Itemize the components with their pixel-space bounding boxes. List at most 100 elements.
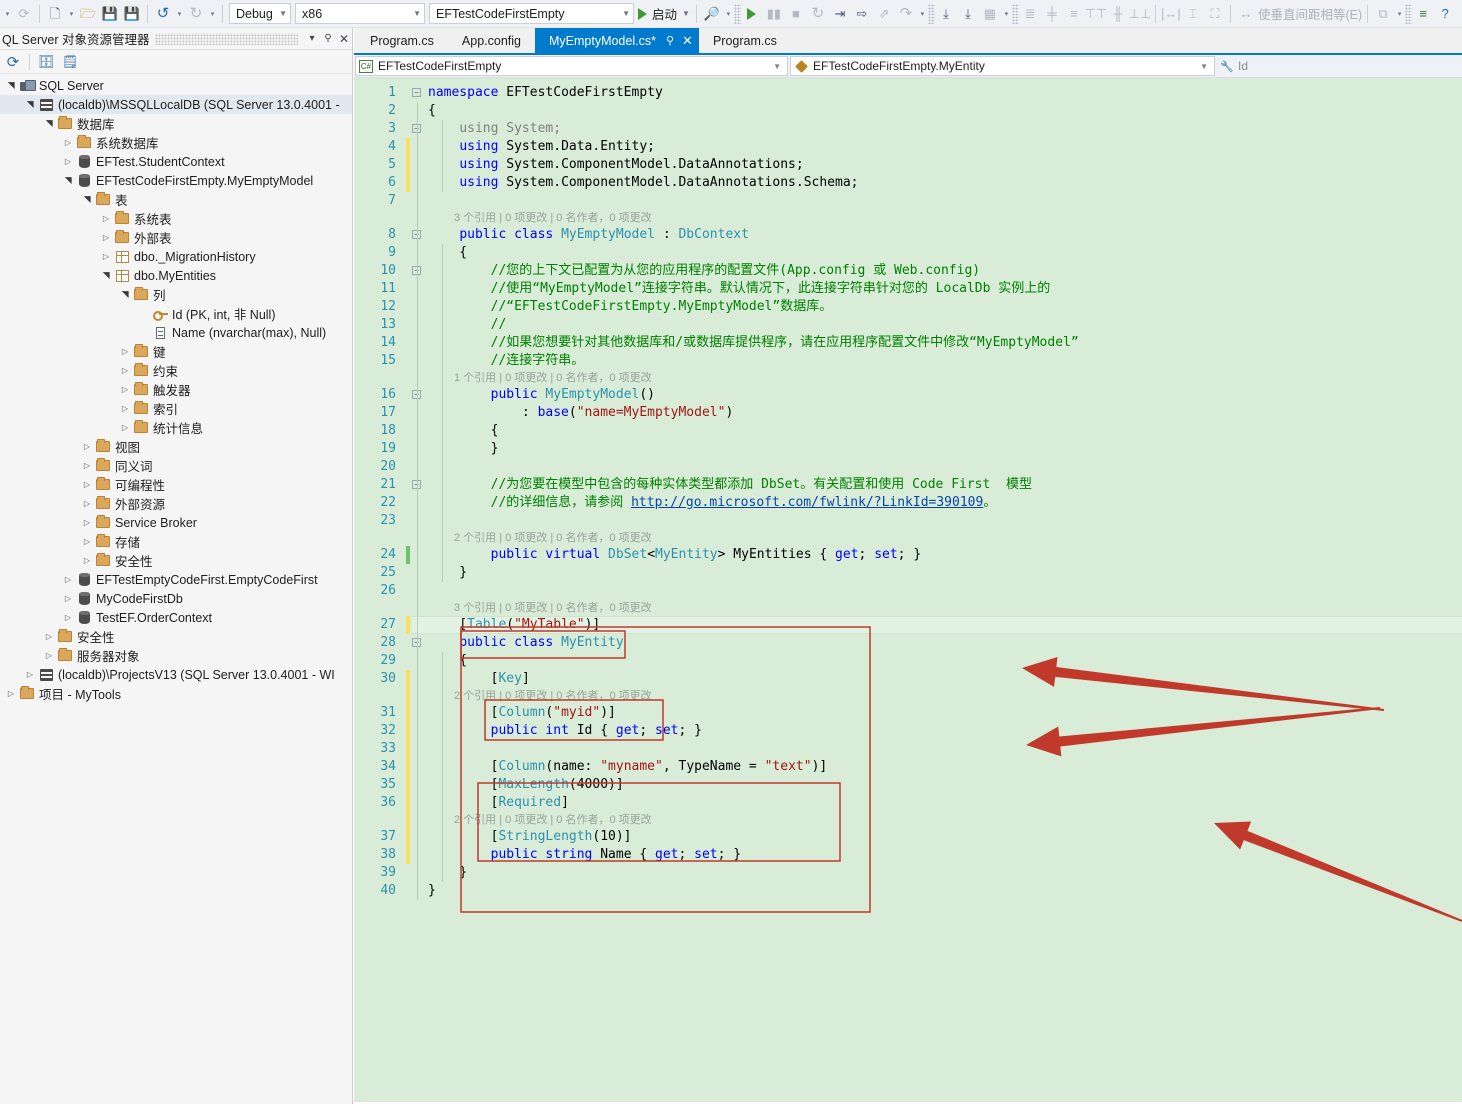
tree-item[interactable]: ▷ 同义词 xyxy=(0,456,352,475)
expander-closed-icon[interactable]: ▷ xyxy=(80,475,94,494)
code-line[interactable]: [Required] xyxy=(428,794,1462,812)
debug-overflow-dropdown-icon[interactable]: ▾ xyxy=(917,3,928,25)
code-line[interactable]: public class MyEntity xyxy=(428,634,1462,652)
comment-selection-icon[interactable]: ≡ xyxy=(1412,3,1434,25)
refresh-icon[interactable]: ⟳ xyxy=(2,52,24,72)
tree-item[interactable]: ▷ 键 xyxy=(0,342,352,361)
save-all-icon[interactable]: 💾 xyxy=(121,3,143,25)
align-grid-icon[interactable]: ▦ xyxy=(979,3,1001,25)
expander-closed-icon[interactable]: ▷ xyxy=(99,228,113,247)
tree-item[interactable]: ▷ 项目 - MyTools xyxy=(0,684,352,703)
code-line[interactable]: //如果您想要针对其他数据库和/或数据库提供程序，请在应用程序配置文件中修改“M… xyxy=(428,334,1462,352)
stop-icon[interactable]: ■ xyxy=(785,3,807,25)
tree-item[interactable]: ▷ 可编程性 xyxy=(0,475,352,494)
toolbar-overflow-grip[interactable] xyxy=(733,3,741,24)
align-bottom-icon[interactable]: ⤓ xyxy=(935,3,957,25)
expander-closed-icon[interactable]: ▷ xyxy=(61,608,75,627)
help-icon[interactable]: ? xyxy=(1434,3,1456,25)
expander-open-icon[interactable]: ◢ xyxy=(2,79,21,93)
redo-icon[interactable]: ↻ xyxy=(185,3,207,25)
redo-dropdown-icon[interactable]: ▾ xyxy=(207,3,218,25)
navigate-backward-dropdown-icon[interactable]: ▾ xyxy=(2,3,13,25)
expander-closed-icon[interactable]: ▷ xyxy=(80,532,94,551)
align-lefts-icon[interactable]: ≣ xyxy=(1019,3,1041,25)
chevron-down-icon[interactable]: ▾ xyxy=(304,30,320,48)
code-line[interactable]: //为您要在模型中包含的每种实体类型都添加 DbSet。有关配置和使用 Code… xyxy=(428,476,1462,494)
startup-project-combo[interactable]: EFTestCodeFirstEmpty ▼ xyxy=(429,3,634,24)
solution-configuration-combo[interactable]: Debug ▼ xyxy=(229,3,291,24)
code-editor-surface[interactable]: 1−namespace EFTestCodeFirstEmpty2{3− usi… xyxy=(354,78,1462,1102)
expander-open-icon[interactable]: ◢ xyxy=(78,193,97,207)
tree-item[interactable]: ▷ 安全性 xyxy=(0,551,352,570)
document-tab[interactable]: Program.cs xyxy=(356,28,448,53)
expander-closed-icon[interactable]: ▷ xyxy=(99,247,113,266)
code-line[interactable]: public virtual DbSet<MyEntity> MyEntitie… xyxy=(428,546,1462,564)
close-icon[interactable]: ✕ xyxy=(336,30,352,48)
member-scope-combo[interactable]: 🔧 Id xyxy=(1217,56,1455,76)
code-line[interactable]: namespace EFTestCodeFirstEmpty xyxy=(428,84,1462,102)
attach-dropdown-icon[interactable]: ▾ xyxy=(723,3,734,25)
align-centers-icon[interactable]: ╪ xyxy=(1041,3,1063,25)
tree-item[interactable]: ◢ 表 xyxy=(0,190,352,209)
tree-item[interactable]: ▷ TestEF.OrderContext xyxy=(0,608,352,627)
tree-item[interactable]: ◢ (localdb)\MSSQLLocalDB (SQL Server 13.0… xyxy=(0,95,352,114)
tree-item[interactable]: ▷ 视图 xyxy=(0,437,352,456)
expander-closed-icon[interactable]: ▷ xyxy=(118,380,132,399)
document-tab[interactable]: App.config xyxy=(447,28,535,53)
project-scope-combo[interactable]: C# EFTestCodeFirstEmpty ▼ xyxy=(355,56,788,76)
tree-item[interactable]: ▷ 服务器对象 xyxy=(0,646,352,665)
tree-item[interactable]: ▷Id (PK, int, 非 Null) xyxy=(0,304,352,323)
code-line[interactable]: using System.ComponentModel.DataAnnotati… xyxy=(428,174,1462,192)
tree-item[interactable]: ▷ 外部资源 xyxy=(0,494,352,513)
make-same-width-icon[interactable]: |↔| xyxy=(1160,3,1182,25)
code-line[interactable]: public MyEmptyModel() xyxy=(428,386,1462,404)
pin-icon[interactable]: ⚲ xyxy=(666,34,674,47)
tree-item[interactable]: ▷ 统计信息 xyxy=(0,418,352,437)
codelens-indicator[interactable]: 2 个引用 | 0 项更改 | 0 名作者，0 项更改 xyxy=(412,530,1462,546)
tree-item[interactable]: ▷ 系统表 xyxy=(0,209,352,228)
new-item-dropdown-icon[interactable]: ▾ xyxy=(66,3,77,25)
object-explorer-tree[interactable]: ◢ SQL Server ◢ (localdb)\MSSQLLocalDB (SQL … xyxy=(0,74,352,703)
code-line[interactable]: { xyxy=(428,652,1462,670)
expander-closed-icon[interactable]: ▷ xyxy=(118,418,132,437)
code-line[interactable]: [Key] xyxy=(428,670,1462,688)
expander-closed-icon[interactable]: ▷ xyxy=(118,399,132,418)
codelens-indicator[interactable]: 2 个引用 | 0 项更改 | 0 名作者，0 项更改 xyxy=(412,688,1462,704)
code-line[interactable]: public class MyEmptyModel : DbContext xyxy=(428,226,1462,244)
expander-closed-icon[interactable]: ▷ xyxy=(61,570,75,589)
codelens-indicator[interactable]: 3 个引用 | 0 项更改 | 0 名作者，0 项更改 xyxy=(412,600,1462,616)
close-icon[interactable]: ✕ xyxy=(682,33,693,49)
code-line[interactable]: public string Name { get; set; } xyxy=(428,846,1462,864)
open-file-icon[interactable]: 🗁 xyxy=(77,3,99,25)
expander-closed-icon[interactable]: ▷ xyxy=(61,589,75,608)
align-bottom-alt-icon[interactable]: ⤓ xyxy=(957,3,979,25)
expander-closed-icon[interactable]: ▷ xyxy=(99,209,113,228)
code-line[interactable]: //您的上下文已配置为从您的应用程序的配置文件(App.config 或 Web… xyxy=(428,262,1462,280)
expander-closed-icon[interactable]: ▷ xyxy=(118,361,132,380)
tree-item[interactable]: ▷ 索引 xyxy=(0,399,352,418)
tab-order-icon[interactable]: ⧉ xyxy=(1372,3,1394,25)
type-scope-combo[interactable]: EFTestCodeFirstEmpty.MyEntity ▼ xyxy=(790,56,1215,76)
expander-closed-icon[interactable]: ▷ xyxy=(42,627,56,646)
expander-closed-icon[interactable]: ▷ xyxy=(23,665,37,684)
tree-item[interactable]: ▷ 安全性 xyxy=(0,627,352,646)
align-tops-icon[interactable]: ⊤⊤ xyxy=(1085,3,1108,25)
code-line[interactable]: } xyxy=(428,564,1462,582)
step-into-icon[interactable]: ⇥ xyxy=(829,3,851,25)
toolbar-overflow-grip[interactable] xyxy=(927,3,935,24)
navigate-forward-icon[interactable]: ⟳ xyxy=(13,3,35,25)
code-line[interactable]: { xyxy=(428,244,1462,262)
code-line[interactable]: [StringLength(10)] xyxy=(428,828,1462,846)
code-line[interactable]: [Column(name: "myname", TypeName = "text… xyxy=(428,758,1462,776)
align-bottoms-icon[interactable]: ⊥⊥ xyxy=(1129,3,1152,25)
codelens-indicator[interactable]: 3 个引用 | 0 项更改 | 0 名作者，0 项更改 xyxy=(412,210,1462,226)
pause-icon[interactable]: ▮▮ xyxy=(763,3,785,25)
expander-open-icon[interactable]: ◢ xyxy=(40,117,59,131)
expander-closed-icon[interactable]: ▷ xyxy=(80,456,94,475)
code-line[interactable] xyxy=(428,458,1462,476)
add-sql-server-icon[interactable]: 🗄 xyxy=(35,52,57,72)
tree-item[interactable]: ◢ dbo.MyEntities xyxy=(0,266,352,285)
save-icon[interactable]: 💾 xyxy=(99,3,121,25)
tree-item[interactable]: ▷ (localdb)\ProjectsV13 (SQL Server 13.0.… xyxy=(0,665,352,684)
code-line[interactable]: //的详细信息，请参阅 http://go.microsoft.com/fwli… xyxy=(428,494,1462,512)
